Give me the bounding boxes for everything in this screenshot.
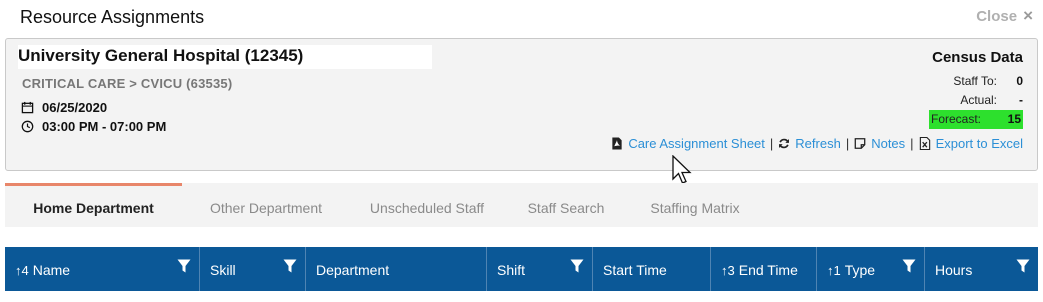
action-label[interactable]: Refresh: [795, 136, 841, 151]
column-header-department[interactable]: Department: [306, 247, 487, 291]
column-label[interactable]: End Time: [739, 262, 798, 278]
action-label[interactable]: Export to Excel: [936, 136, 1023, 151]
census-label: Forecast:: [931, 112, 982, 126]
tab-bar: Home Department Other Department Unsched…: [5, 183, 1038, 227]
action-links: Care Assignment Sheet | Refresh | Notes …: [611, 136, 1023, 151]
column-label[interactable]: Start Time: [603, 262, 667, 278]
date-row: 06/25/2020: [21, 100, 107, 115]
census-label: Staff To:: [953, 74, 997, 88]
close-icon[interactable]: ×: [1023, 6, 1033, 26]
census-value: -: [1019, 93, 1023, 107]
time-range-value: 03:00 PM - 07:00 PM: [42, 119, 167, 134]
column-header-skill[interactable]: Skill: [200, 247, 306, 291]
filter-icon[interactable]: [902, 259, 916, 273]
filter-icon[interactable]: [1016, 259, 1030, 273]
filter-icon[interactable]: [570, 259, 584, 273]
tab-other-department[interactable]: Other Department: [185, 183, 347, 227]
department-path: CRITICAL CARE > CVICU (63535): [22, 76, 233, 91]
column-header-end-time[interactable]: ↑3 End Time: [711, 247, 817, 291]
care-assignment-sheet-link[interactable]: Care Assignment Sheet: [611, 136, 765, 151]
column-header-type[interactable]: ↑1 Type: [817, 247, 925, 291]
window-title: Resource Assignments: [20, 7, 205, 27]
census-row-staff-to: Staff To: 0: [903, 72, 1023, 91]
column-label[interactable]: Shift: [497, 262, 525, 278]
close-button[interactable]: Close ×: [976, 6, 1033, 26]
column-label[interactable]: Hours: [935, 262, 972, 278]
column-header-name[interactable]: ↑4 Name: [5, 247, 200, 291]
filter-icon[interactable]: [283, 259, 297, 273]
column-label[interactable]: Type: [845, 262, 875, 278]
column-header-hours[interactable]: Hours: [925, 247, 1038, 291]
column-label[interactable]: Skill: [210, 262, 236, 278]
time-row: 03:00 PM - 07:00 PM: [21, 119, 166, 134]
date-value: 06/25/2020: [42, 100, 108, 115]
sort-indicator: ↑1: [827, 262, 841, 278]
sort-indicator: ↑4: [15, 262, 29, 278]
column-header-start-time[interactable]: Start Time: [593, 247, 711, 291]
column-label[interactable]: Name: [33, 262, 70, 278]
excel-icon: [919, 137, 930, 150]
census-value: 15: [1007, 112, 1021, 126]
census-value: 0: [1016, 74, 1023, 88]
refresh-icon: [779, 138, 790, 149]
separator: |: [769, 136, 774, 151]
pdf-icon: [612, 137, 622, 150]
hospital-name: University General Hospital (12345): [18, 45, 432, 69]
census-row-actual: Actual: -: [903, 91, 1023, 110]
info-panel: University General Hospital (12345) CRIT…: [5, 38, 1038, 171]
sort-indicator: ↑3: [721, 262, 735, 278]
census-title: Census Data: [932, 49, 1023, 66]
refresh-link[interactable]: Refresh: [778, 136, 841, 151]
grid-header: ↑4 Name Skill Department Shift Start Tim…: [5, 247, 1038, 291]
census-label: Actual:: [960, 93, 997, 107]
notes-link[interactable]: Notes: [854, 136, 905, 151]
census-row-forecast: Forecast: 15: [929, 110, 1023, 129]
export-to-excel-link[interactable]: Export to Excel: [919, 136, 1023, 151]
action-label[interactable]: Notes: [871, 136, 905, 151]
calendar-icon: [21, 101, 34, 114]
census-data: Census Data Staff To: 0 Actual: - Foreca…: [903, 49, 1023, 129]
column-label[interactable]: Department: [316, 262, 389, 278]
clock-icon: [21, 120, 34, 133]
tab-staffing-matrix[interactable]: Staffing Matrix: [625, 183, 765, 227]
separator: |: [845, 136, 850, 151]
notes-icon: [854, 138, 866, 149]
close-label[interactable]: Close: [976, 8, 1017, 25]
separator: |: [910, 136, 914, 151]
action-label[interactable]: Care Assignment Sheet: [628, 136, 765, 151]
tab-unscheduled-staff[interactable]: Unscheduled Staff: [347, 183, 507, 227]
title-bar: Resource Assignments Close ×: [0, 0, 1043, 34]
tab-staff-search[interactable]: Staff Search: [507, 183, 625, 227]
column-header-shift[interactable]: Shift: [487, 247, 593, 291]
filter-icon[interactable]: [177, 259, 191, 273]
tab-home-department[interactable]: Home Department: [5, 183, 182, 227]
